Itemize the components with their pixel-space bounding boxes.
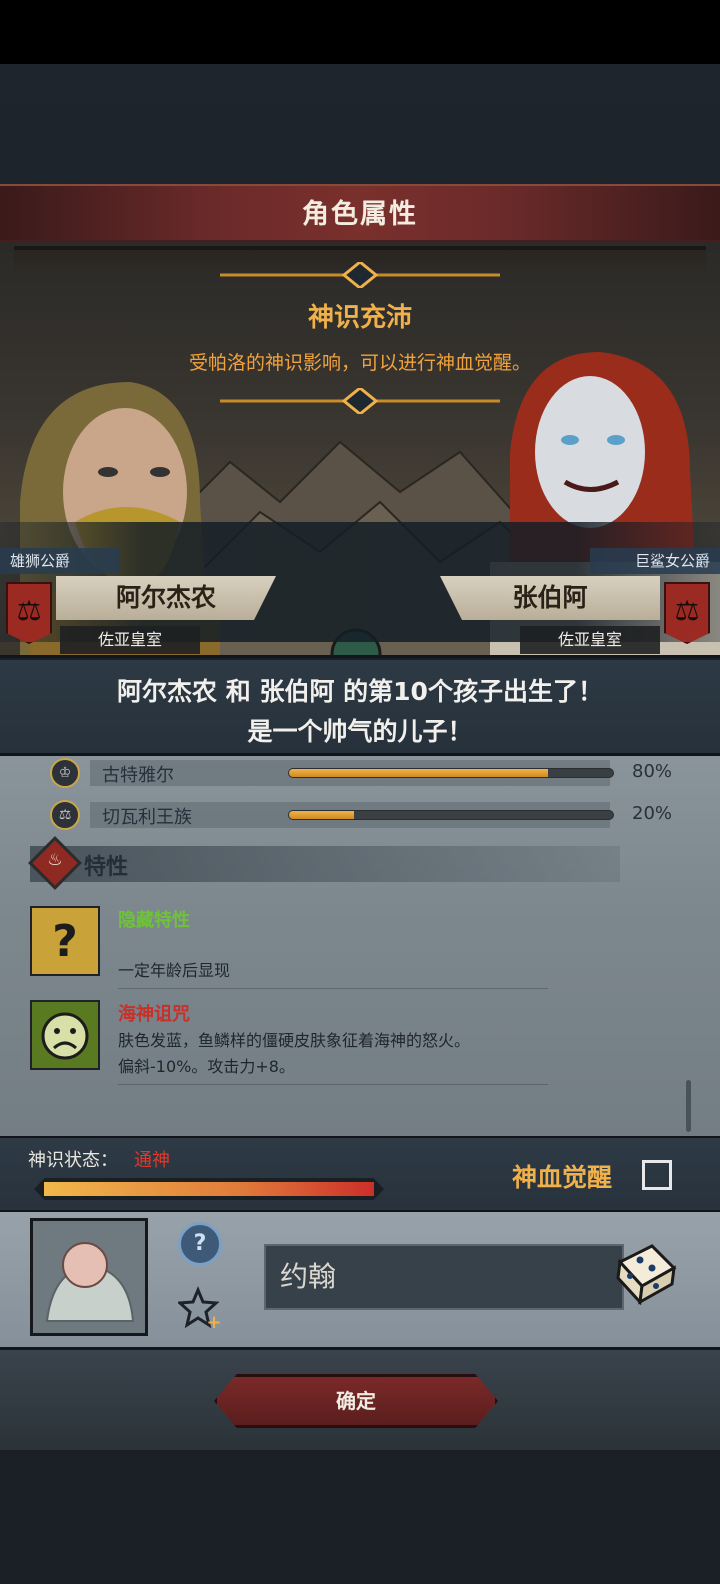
- bloodline-fill: [289, 811, 354, 819]
- trait-description: 肤色发蓝，鱼鳞样的僵硬皮肤象征着海神的怒火。: [118, 1031, 471, 1050]
- announcement-line2: 是一个帅气的儿子！: [247, 717, 473, 746]
- star-plus-icon: +: [176, 1286, 222, 1333]
- scrollbar[interactable]: [686, 1080, 691, 1132]
- father-name[interactable]: 阿尔杰农: [56, 576, 276, 620]
- status-bar-area: [0, 0, 720, 64]
- child-name-field[interactable]: 约翰: [264, 1244, 624, 1310]
- ornament-bottom: [220, 388, 500, 414]
- trait-name: 隐藏特性: [118, 910, 190, 931]
- mother-name[interactable]: 张伯阿: [440, 576, 660, 620]
- mother-house: 佐亚皇室: [520, 626, 660, 654]
- event-description: 受帕洛的神识影响，可以进行神血觉醒。: [188, 352, 531, 374]
- awaken-label: 神血觉醒: [512, 1163, 613, 1192]
- mother-banner[interactable]: ⚖: [664, 582, 710, 644]
- scales-icon: ⚖: [16, 594, 42, 627]
- bloodline-name: 古特雅尔: [102, 765, 174, 786]
- confirm-button[interactable]: 确定: [214, 1374, 498, 1428]
- question-icon: ?: [30, 906, 100, 976]
- help-button[interactable]: ?: [178, 1222, 222, 1266]
- bloodline-fill: [289, 769, 549, 777]
- scales-icon: ⚖: [674, 594, 700, 627]
- scales-icon: ⚖: [50, 800, 80, 830]
- page-title: 角色属性: [302, 199, 418, 230]
- bloodline-name: 切瓦利王族: [102, 807, 192, 828]
- divine-status-fill: [44, 1182, 374, 1196]
- father-title: 雄狮公爵: [0, 548, 120, 574]
- father-banner[interactable]: ⚖: [6, 582, 52, 644]
- bloodline-bar: [288, 810, 614, 820]
- bloodline-row: ♔ 古特雅尔 80%: [50, 758, 690, 790]
- add-favorite-button[interactable]: +: [176, 1286, 222, 1333]
- birth-announcement: 阿尔杰农 和 张伯阿 的第10个孩子出生了！ 是一个帅气的儿子！: [0, 660, 720, 756]
- divine-status-value: 通神: [134, 1150, 170, 1171]
- awaken-checkbox[interactable]: [642, 1160, 672, 1190]
- crown-icon: ♔: [50, 758, 80, 788]
- mother-title: 巨鲨女公爵: [590, 548, 720, 574]
- trait-divider: [118, 988, 548, 989]
- event-title: 神识充沛: [307, 303, 412, 333]
- child-panel: ? + 约翰: [0, 1212, 720, 1350]
- traits-header: ♨ 特性: [0, 836, 720, 890]
- dice-icon[interactable]: [612, 1240, 678, 1306]
- divine-status-label: 神识状态：: [28, 1150, 118, 1171]
- announcement-line1: 阿尔杰农 和 张伯阿 的第10个孩子出生了！: [117, 677, 603, 706]
- ornament-top: [220, 262, 500, 288]
- svg-text:+: +: [206, 1312, 221, 1330]
- trait-effect: 偏斜-10%。攻击力+8。: [118, 1057, 295, 1076]
- trait-divider: [118, 1084, 548, 1085]
- svg-text:?: ?: [52, 916, 78, 967]
- trait-description: 一定年龄后显现: [118, 961, 231, 980]
- flame-icon: ♨: [47, 850, 63, 870]
- baby-avatar: [30, 1218, 148, 1336]
- bloodline-row: ⚖ 切瓦利王族 20%: [50, 800, 690, 832]
- bloodline-percent: 20%: [632, 803, 673, 824]
- bloodline-percent: 80%: [632, 761, 673, 782]
- bottom-area: [0, 1450, 720, 1584]
- title-ribbon: 角色属性: [0, 184, 720, 242]
- sad-face-icon: [30, 1000, 100, 1070]
- bloodline-bar: [288, 768, 614, 778]
- traits-label: 特性: [84, 855, 129, 880]
- confirm-label: 确定: [336, 1389, 376, 1413]
- divine-status: 神识状态： 通神 神血觉醒: [0, 1136, 720, 1212]
- trait-name: 海神诅咒: [118, 1004, 190, 1025]
- child-name-value: 约翰: [280, 1260, 337, 1293]
- divine-status-bar: [34, 1178, 384, 1200]
- father-house: 佐亚皇室: [60, 626, 200, 654]
